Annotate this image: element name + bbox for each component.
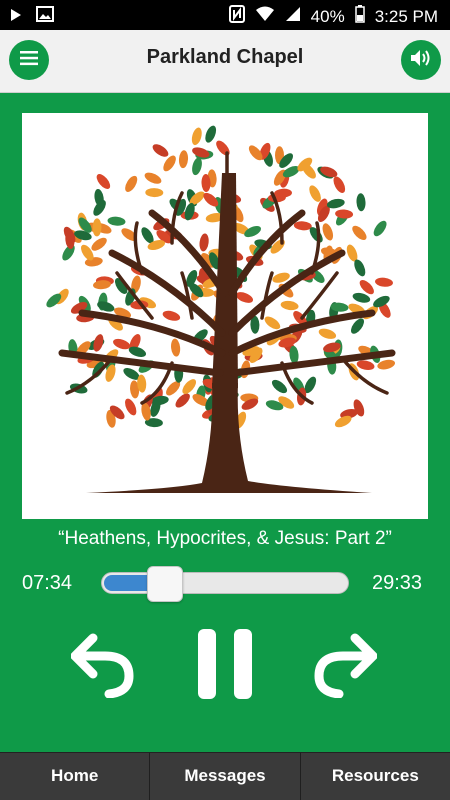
battery-icon — [354, 5, 365, 28]
tree-leaf — [309, 185, 321, 202]
tree-leaf — [178, 150, 189, 169]
tree-leaf — [199, 233, 209, 252]
speaker-icon — [410, 48, 432, 73]
status-bar: 40% 3:25 PM — [0, 0, 450, 30]
tree-leaf — [235, 292, 254, 303]
tree-leaf — [125, 398, 137, 416]
pause-icon — [198, 628, 252, 704]
tree-leaf — [191, 127, 202, 146]
tree-leaf — [171, 338, 181, 357]
tree-leaf — [375, 277, 393, 287]
rewind-button[interactable] — [63, 628, 143, 704]
tab-messages[interactable]: Messages — [150, 752, 301, 800]
tree-leaf — [271, 379, 288, 394]
progress-thumb[interactable] — [147, 566, 183, 602]
tab-home[interactable]: Home — [0, 752, 151, 800]
nfc-icon — [228, 5, 245, 28]
tree-leaf — [373, 220, 387, 237]
tree-leaf — [264, 316, 281, 330]
forward-icon — [313, 630, 378, 703]
tree-leaf — [182, 379, 197, 395]
tree-leaf — [96, 174, 111, 189]
tree-leaf — [162, 310, 181, 321]
tab-resources[interactable]: Resources — [300, 752, 450, 800]
tree-leaf — [318, 328, 337, 339]
tree-leaf — [352, 225, 367, 241]
tree-leaf — [152, 144, 169, 157]
tree-artwork — [46, 125, 396, 493]
tree-leaf — [144, 172, 162, 184]
tree-leaf — [192, 157, 202, 176]
tree-leaf — [175, 393, 190, 408]
tree-leaf — [356, 360, 375, 370]
elapsed-time: 07:34 — [22, 572, 73, 594]
tree-leaf — [113, 338, 131, 350]
tree-leaf — [205, 125, 217, 143]
app-header: Parkland Chapel — [0, 30, 450, 93]
track-title: “Heathens, Hypocrites, & Jesus: Part 2” — [58, 528, 392, 549]
tree-leaf — [91, 237, 107, 251]
tree-leaf — [125, 175, 138, 192]
signal-icon — [285, 6, 301, 27]
tree-leaf — [145, 188, 164, 198]
image-icon — [36, 6, 54, 27]
tree-leaf — [216, 140, 230, 156]
pause-button[interactable] — [185, 628, 265, 704]
rewind-icon — [70, 630, 135, 703]
page-title: Parkland Chapel — [146, 46, 304, 68]
play-icon — [10, 7, 22, 27]
tree-leaf — [293, 221, 312, 231]
tree-leaf — [356, 193, 366, 212]
forward-button[interactable] — [305, 628, 385, 704]
tree-leaf — [92, 218, 102, 237]
clock: 3:25 PM — [374, 6, 438, 26]
bottom-tab-bar: Home Messages Resources — [0, 752, 450, 800]
battery-percent: 40% — [310, 6, 345, 26]
volume-button[interactable] — [401, 40, 441, 80]
wifi-icon — [255, 6, 275, 27]
progress-slider[interactable] — [101, 566, 349, 602]
tree-leaf — [333, 176, 346, 193]
tree-leaf — [280, 300, 299, 311]
tree-leaf — [107, 216, 126, 226]
tree-leaf — [244, 226, 261, 238]
album-art — [22, 113, 428, 519]
duration-time: 29:33 — [372, 572, 423, 594]
